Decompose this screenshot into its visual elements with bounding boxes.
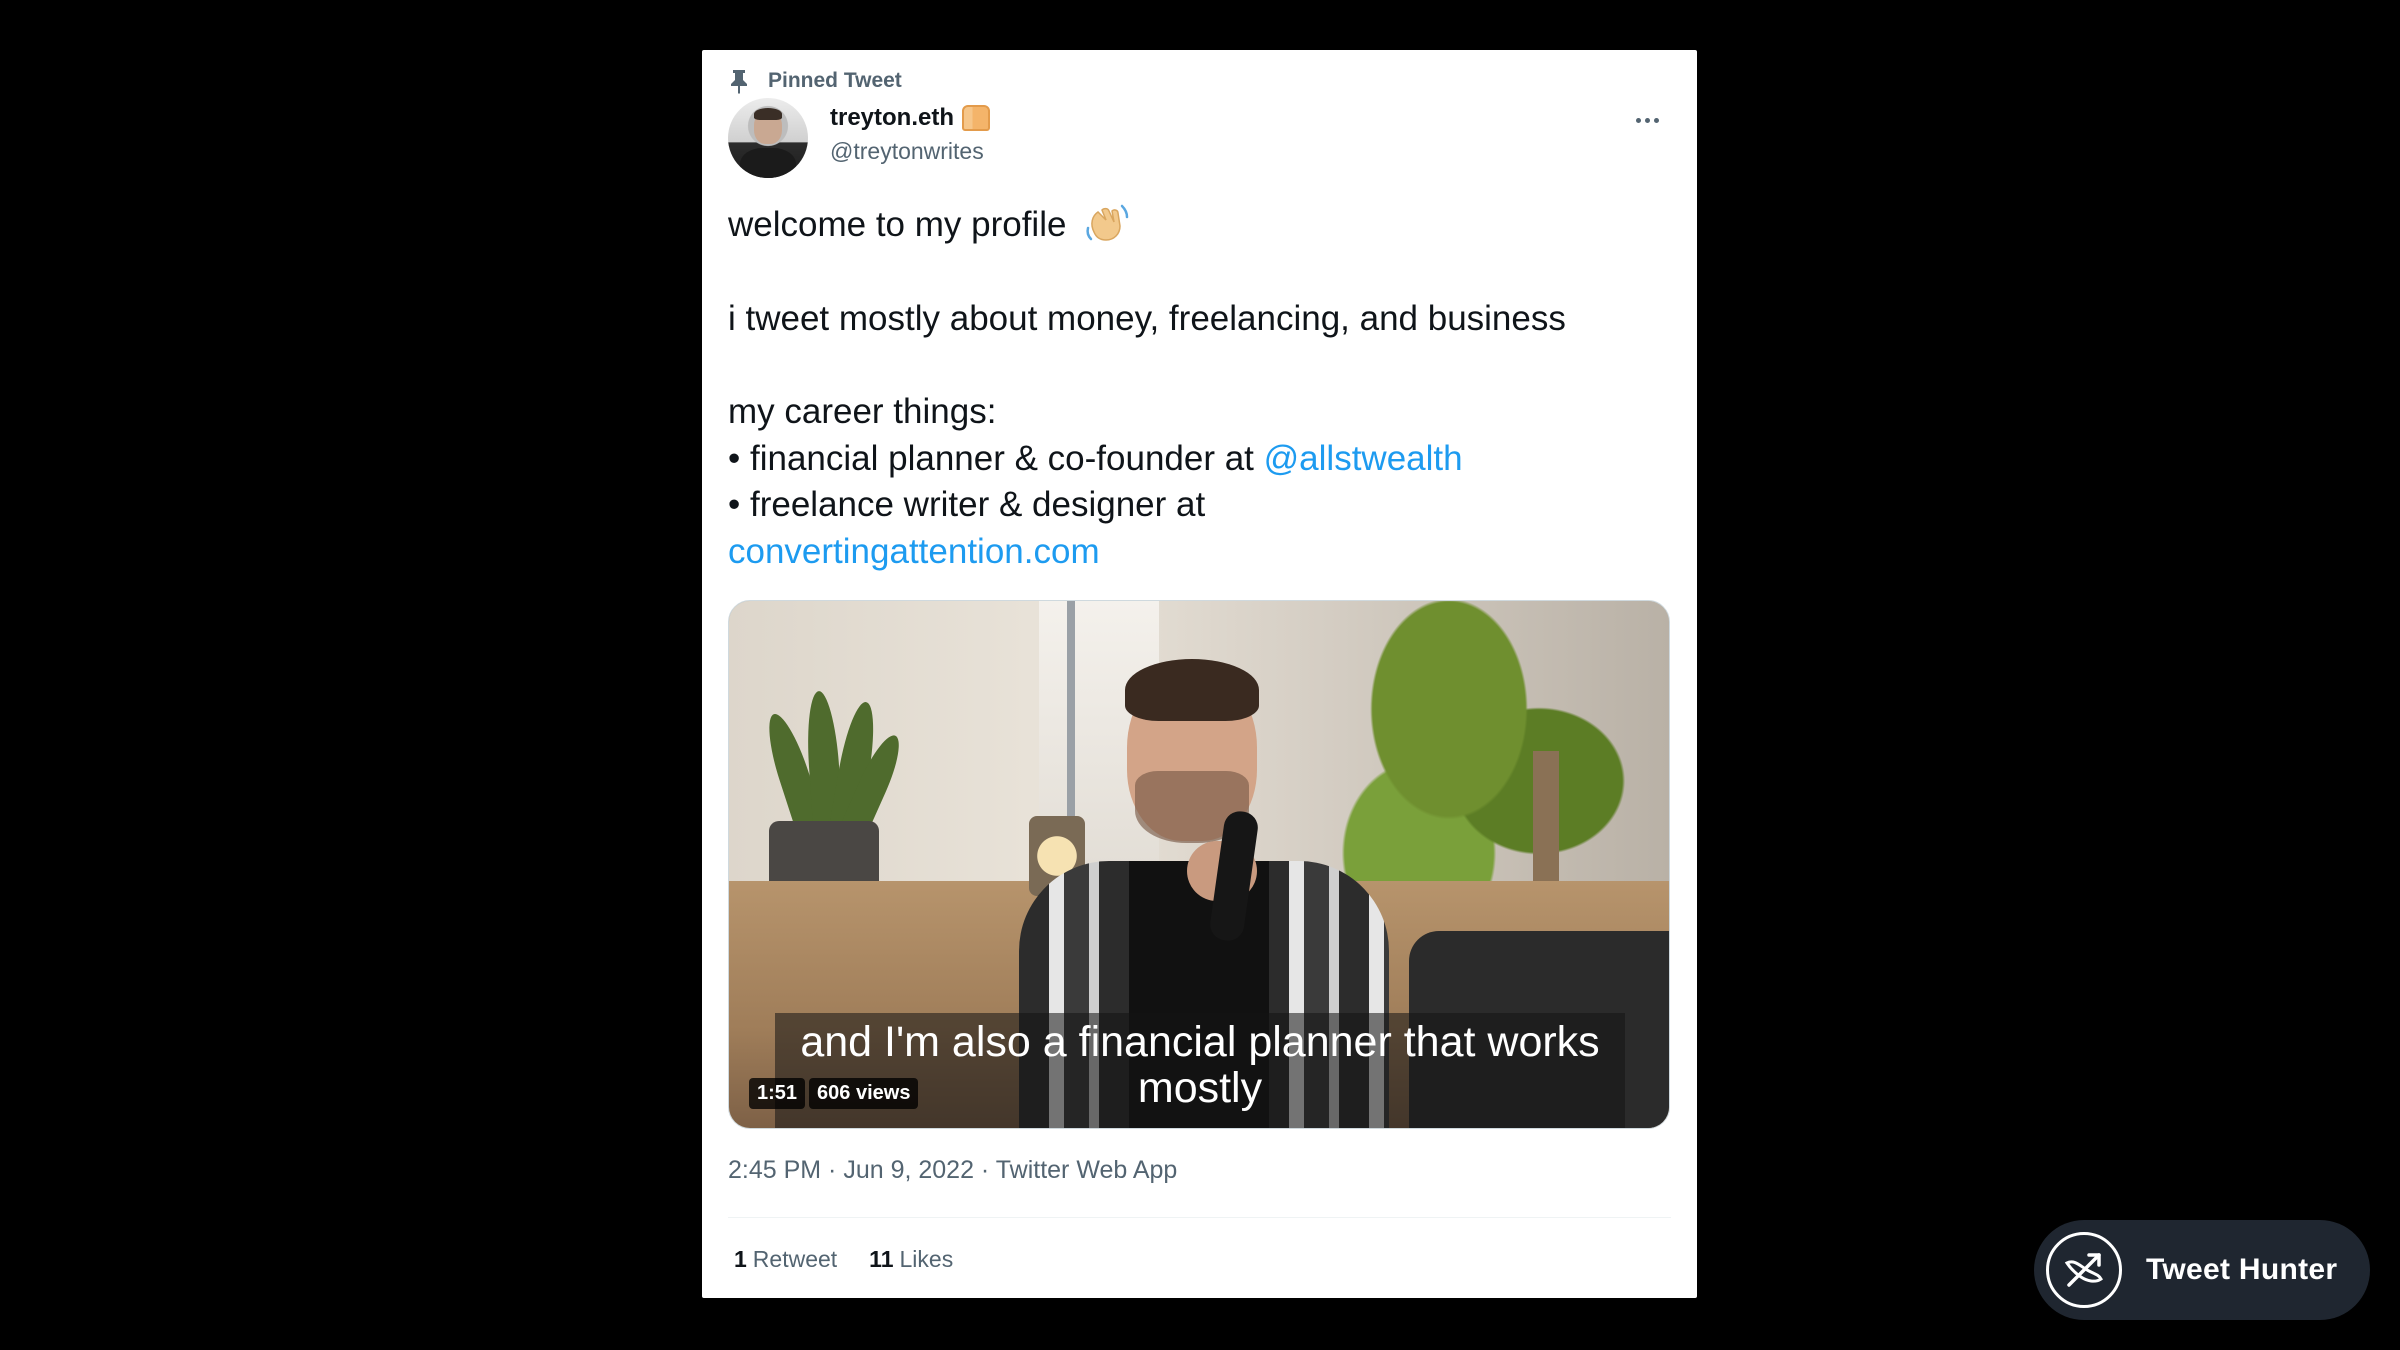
pin-icon	[731, 70, 747, 94]
brand-name: Tweet Hunter	[2146, 1253, 2338, 1286]
author-display-name[interactable]: treyton.eth	[830, 104, 954, 132]
tweet-timestamp[interactable]: 2:45 PM · Jun 9, 2022 · Twitter Web App	[728, 1156, 1177, 1185]
retweets-count: 1	[734, 1246, 747, 1272]
tweet-line-1: welcome to my profile	[728, 202, 1673, 249]
video-duration: 1:51	[749, 1078, 806, 1109]
tweet-line-4: • financial planner & co-founder at @all…	[728, 436, 1673, 483]
url-link-convertingattention[interactable]: convertingattention.com	[728, 532, 1100, 571]
more-icon	[1635, 117, 1641, 123]
author-handle[interactable]: @treytonwrites	[830, 138, 990, 165]
tweet-line-4-text: • financial planner & co-founder at	[728, 438, 1264, 478]
tweet-card[interactable]: Pinned Tweet treyton.eth @treytonwrites …	[702, 50, 1697, 1298]
bread-icon	[962, 105, 991, 131]
tweet-text-welcome: welcome to my profile	[728, 205, 1067, 244]
mention-link-allstwealth[interactable]: @allstwealth	[1264, 439, 1463, 478]
tweet-line-6: convertingattention.com	[728, 529, 1673, 576]
author-info: treyton.eth @treytonwrites	[830, 104, 991, 165]
tweet-stats: 1 Retweet 11 Likes	[734, 1246, 953, 1273]
retweets-label: Retweet	[752, 1246, 838, 1272]
avatar[interactable]	[728, 98, 808, 178]
likes-count: 11	[869, 1246, 894, 1272]
retweets-stat[interactable]: 1 Retweet	[734, 1246, 837, 1273]
tweet-line-2: i tweet mostly about money, freelancing,…	[728, 298, 1566, 338]
more-options-button[interactable]	[1627, 108, 1667, 132]
divider	[728, 1217, 1671, 1218]
waving-hand-icon	[1086, 204, 1129, 241]
tweet-line-5: • freelance writer & designer at	[728, 485, 1206, 524]
likes-stat[interactable]: 11 Likes	[869, 1246, 953, 1273]
tweet-line-3: my career things:	[728, 392, 997, 431]
pinned-label: Pinned Tweet	[768, 69, 902, 92]
video-views: 606 views	[809, 1078, 919, 1109]
tweet-header: treyton.eth @treytonwrites	[728, 98, 1671, 180]
tweet-hunter-logo-icon	[2046, 1232, 2122, 1308]
tweet-hunter-badge: Tweet Hunter	[2034, 1220, 2370, 1320]
video-badges: 1:51 606 views	[749, 1078, 919, 1109]
video-player[interactable]: and I'm also a financial planner that wo…	[728, 600, 1670, 1129]
pinned-indicator: Pinned Tweet	[728, 64, 902, 98]
likes-label: Likes	[899, 1246, 954, 1272]
tweet-text: welcome to my profile i tweet mostly abo…	[728, 202, 1673, 575]
